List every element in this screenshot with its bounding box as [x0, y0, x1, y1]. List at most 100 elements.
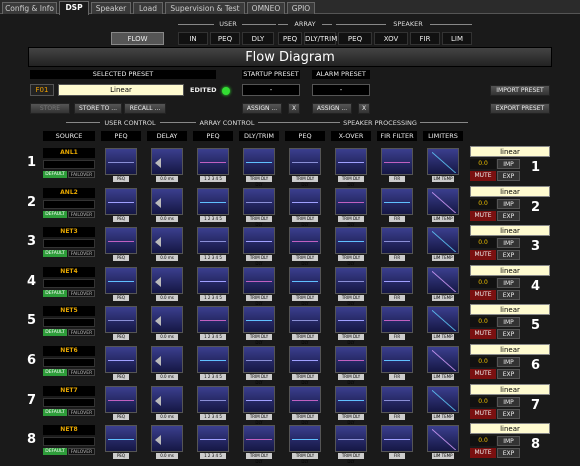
output-gain-value[interactable]: 0.0 — [470, 357, 496, 367]
user-peq-block[interactable] — [105, 346, 137, 373]
source-secondary[interactable] — [43, 397, 95, 407]
fir-block[interactable] — [381, 306, 413, 334]
source-default-button[interactable]: DEFAULT — [43, 289, 67, 297]
dlytrim-block[interactable] — [243, 346, 275, 373]
source-name[interactable]: ANL1 — [43, 148, 95, 158]
user-peq-block[interactable] — [105, 187, 137, 215]
tab-gpio[interactable]: GPIO — [287, 2, 315, 14]
speaker-peq-button[interactable]: PEQ — [338, 32, 372, 45]
imp-button[interactable]: IMP — [497, 396, 520, 407]
dlytrim-block[interactable] — [243, 425, 275, 453]
fir-block[interactable] — [381, 148, 413, 175]
output-preset-field[interactable]: linear — [470, 344, 550, 355]
source-secondary[interactable] — [43, 278, 95, 288]
mute-button[interactable]: MUTE — [470, 250, 496, 261]
exp-button[interactable]: EXP — [497, 329, 520, 340]
mute-button[interactable]: MUTE — [470, 289, 496, 300]
dlytrim-block[interactable] — [243, 306, 275, 334]
array-peq-block[interactable] — [197, 385, 229, 413]
array-peq-block[interactable] — [197, 227, 229, 255]
exp-button[interactable]: EXP — [497, 289, 520, 300]
output-gain-value[interactable]: 0.0 — [470, 159, 496, 169]
array-peq-block[interactable] — [197, 306, 229, 334]
xover-block[interactable] — [335, 346, 367, 373]
tab-speaker[interactable]: Speaker — [91, 2, 131, 14]
delay-block[interactable] — [151, 306, 183, 334]
dlytrim-block[interactable] — [243, 187, 275, 215]
exp-button[interactable]: EXP — [497, 369, 520, 379]
output-preset-field[interactable]: linear — [470, 383, 550, 395]
fir-block[interactable] — [381, 227, 413, 255]
delay-block[interactable] — [151, 187, 183, 215]
speaker-peq-block[interactable] — [289, 306, 321, 334]
xover-block[interactable] — [335, 187, 367, 215]
limiter-block[interactable] — [427, 346, 459, 373]
array-peq-block[interactable] — [197, 346, 229, 373]
mute-button[interactable]: MUTE — [470, 171, 496, 181]
tab-dsp[interactable]: DSP — [59, 1, 89, 15]
source-secondary[interactable] — [43, 318, 95, 328]
array-peq-block[interactable] — [197, 425, 229, 453]
user-peq-block[interactable] — [105, 148, 137, 175]
fir-block[interactable] — [381, 346, 413, 373]
delay-block[interactable] — [151, 385, 183, 413]
limiter-block[interactable] — [427, 266, 459, 294]
clear-startup-button[interactable]: X — [288, 103, 300, 114]
export-preset-button[interactable]: EXPORT PRESET — [490, 103, 550, 114]
user-peq-block[interactable] — [105, 306, 137, 334]
source-secondary[interactable] — [43, 358, 95, 367]
output-gain-value[interactable]: 0.0 — [470, 277, 496, 288]
speaker-peq-block[interactable] — [289, 227, 321, 255]
source-failover-button[interactable]: FAILOVER — [68, 210, 95, 218]
source-failover-button[interactable]: FAILOVER — [68, 171, 95, 178]
source-failover-button[interactable]: FAILOVER — [68, 289, 95, 297]
xover-block[interactable] — [335, 306, 367, 334]
xover-block[interactable] — [335, 148, 367, 175]
tab-supervision-test[interactable]: Supervision & Test — [165, 2, 245, 14]
limiter-block[interactable] — [427, 425, 459, 453]
mute-button[interactable]: MUTE — [470, 448, 496, 459]
limiter-block[interactable] — [427, 227, 459, 255]
source-failover-button[interactable]: FAILOVER — [68, 329, 95, 337]
exp-button[interactable]: EXP — [497, 250, 520, 261]
user-peq-block[interactable] — [105, 385, 137, 413]
tab-config-info[interactable]: Config & Info — [2, 2, 57, 14]
tab-omneo[interactable]: OMNEO — [247, 2, 285, 14]
source-name[interactable]: NET7 — [43, 385, 95, 396]
source-default-button[interactable]: DEFAULT — [43, 408, 67, 416]
delay-block[interactable] — [151, 148, 183, 175]
array-peq-block[interactable] — [197, 266, 229, 294]
source-name[interactable]: NET8 — [43, 425, 95, 436]
array-peq-block[interactable] — [197, 187, 229, 215]
speaker-peq-block[interactable] — [289, 148, 321, 175]
array-dlytrim-button[interactable]: DLY/TRIM — [304, 32, 337, 45]
mute-button[interactable]: MUTE — [470, 329, 496, 340]
preset-name-field[interactable]: Linear — [58, 84, 184, 96]
import-preset-button[interactable]: IMPORT PRESET — [490, 85, 550, 96]
dlytrim-block[interactable] — [243, 266, 275, 294]
speaker-peq-block[interactable] — [289, 187, 321, 215]
store-to-button[interactable]: STORE TO ... — [74, 103, 122, 114]
source-name[interactable]: NET4 — [43, 266, 95, 277]
user-dly-button[interactable]: DLY — [242, 32, 274, 45]
user-peq-block[interactable] — [105, 227, 137, 255]
source-name[interactable]: NET6 — [43, 346, 95, 356]
delay-block[interactable] — [151, 227, 183, 255]
fir-button[interactable]: FIR — [410, 32, 440, 45]
exp-button[interactable]: EXP — [497, 408, 520, 419]
limiter-block[interactable] — [427, 385, 459, 413]
xover-block[interactable] — [335, 266, 367, 294]
dlytrim-block[interactable] — [243, 148, 275, 175]
imp-button[interactable]: IMP — [497, 159, 520, 169]
source-secondary[interactable] — [43, 239, 95, 249]
startup-preset-field[interactable]: - — [242, 84, 300, 96]
output-preset-field[interactable]: linear — [470, 423, 550, 435]
array-peq-block[interactable] — [197, 148, 229, 175]
imp-button[interactable]: IMP — [497, 277, 520, 288]
source-default-button[interactable]: DEFAULT — [43, 171, 67, 178]
output-gain-value[interactable]: 0.0 — [470, 317, 496, 328]
limiter-block[interactable] — [427, 306, 459, 334]
source-name[interactable]: NET3 — [43, 227, 95, 238]
source-failover-button[interactable]: FAILOVER — [68, 369, 95, 376]
output-gain-value[interactable]: 0.0 — [470, 238, 496, 249]
